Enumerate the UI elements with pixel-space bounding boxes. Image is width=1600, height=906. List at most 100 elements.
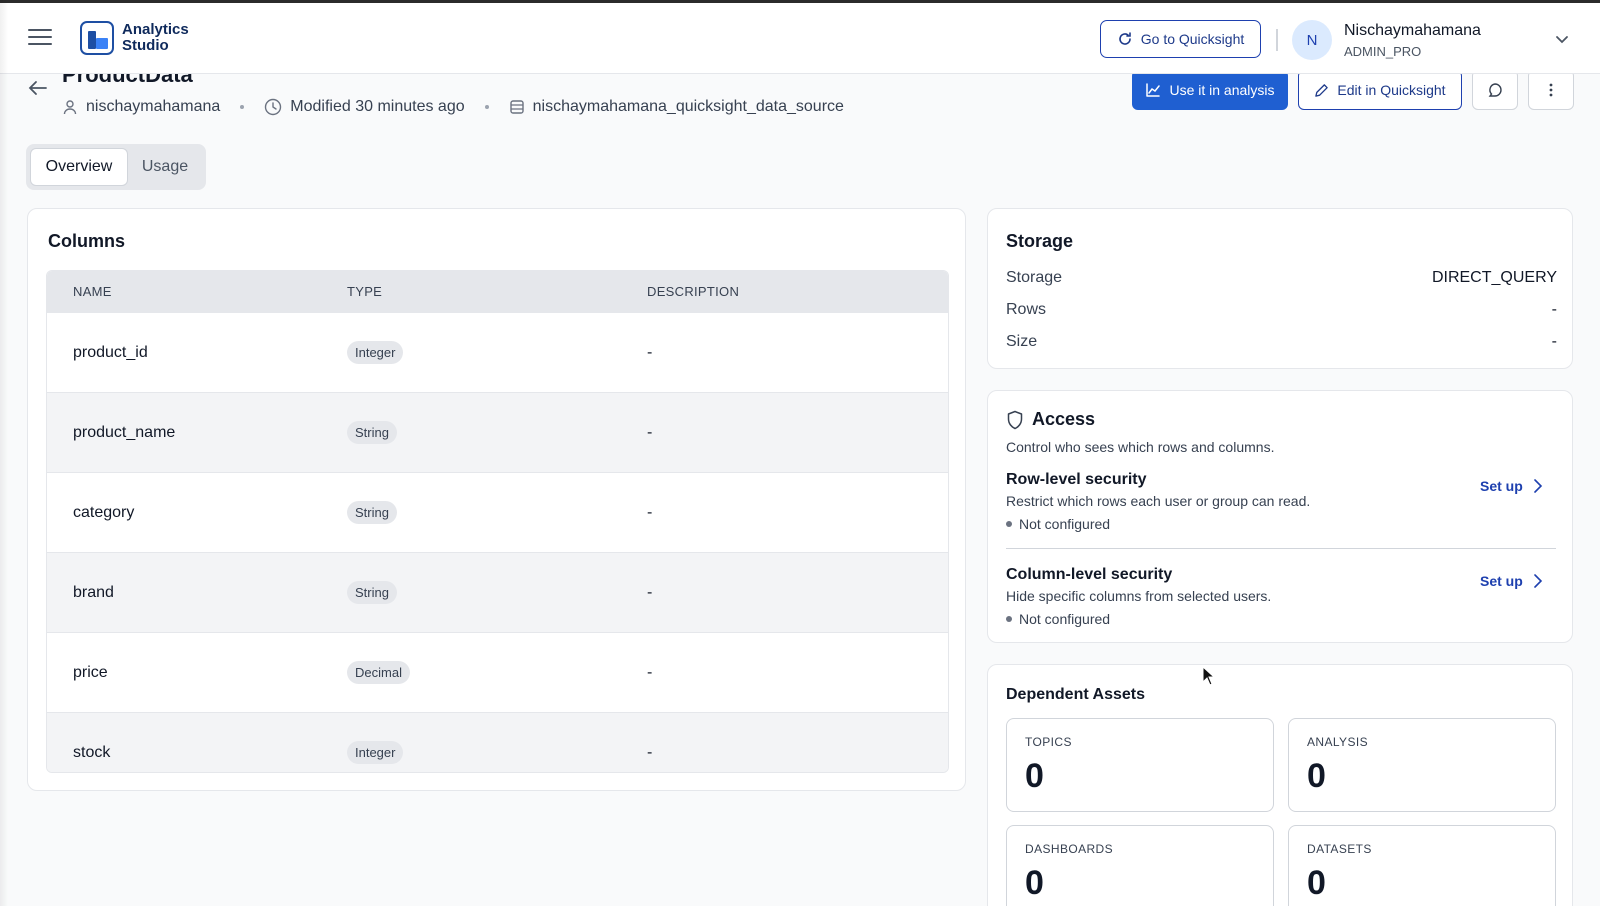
analysis-tile[interactable]: ANALYSIS 0	[1288, 718, 1556, 812]
type-pill: Integer	[347, 741, 404, 764]
edit-in-quicksight-button[interactable]: Edit in Quicksight	[1298, 74, 1462, 110]
go-to-quicksight-button[interactable]: Go to Quicksight	[1100, 20, 1261, 58]
row-level-title: Row-level security	[1006, 471, 1147, 488]
edit-in-quicksight-label: Edit in Quicksight	[1337, 82, 1446, 98]
storage-label: Storage	[1006, 269, 1063, 286]
app-name: Analytics Studio	[122, 21, 189, 54]
analysis-label: ANALYSIS	[1307, 735, 1369, 749]
left-edge-shadow	[0, 0, 8, 906]
column-name: product_id	[73, 343, 148, 361]
comment-icon	[1488, 83, 1502, 97]
clock-icon	[265, 98, 282, 116]
topics-count: 0	[1025, 757, 1044, 795]
dependent-assets-card: Dependent Assets TOPICS 0 ANALYSIS 0 DAS…	[987, 664, 1573, 906]
table-row[interactable]: price Decimal -	[47, 632, 948, 712]
row-level-description: Restrict which rows each user or group c…	[1006, 493, 1311, 509]
row-level-setup-link[interactable]: Set up	[1480, 478, 1543, 494]
table-header: NAME TYPE DESCRIPTION	[47, 271, 948, 312]
access-subtitle: Control who sees which rows and columns.	[1006, 439, 1275, 455]
status-dot	[1006, 521, 1012, 527]
database-icon	[509, 100, 524, 114]
table-row[interactable]: product_id Integer -	[47, 312, 948, 392]
column-name: price	[73, 663, 108, 681]
data-source-meta: nischaymahamana_quicksight_data_source	[509, 98, 844, 116]
use-in-analysis-button[interactable]: Use it in analysis	[1132, 74, 1288, 110]
user-name: Nischaymahamana	[1344, 22, 1481, 39]
data-source-name[interactable]: nischaymahamana_quicksight_data_source	[533, 98, 844, 116]
owner-name: nischaymahamana	[86, 98, 221, 115]
header-name[interactable]: NAME	[47, 284, 347, 299]
access-title: Access	[1032, 409, 1096, 429]
column-description: -	[647, 743, 653, 761]
column-level-setup-label: Set up	[1480, 573, 1523, 589]
mouse-cursor-icon	[1202, 666, 1216, 686]
meta-separator	[484, 105, 489, 109]
user-role: ADMIN_PRO	[1344, 44, 1422, 59]
analysis-count: 0	[1307, 757, 1326, 795]
more-vertical-icon	[1549, 83, 1553, 97]
column-description: -	[647, 343, 653, 361]
go-to-quicksight-label: Go to Quicksight	[1140, 31, 1245, 47]
type-pill: String	[347, 421, 397, 444]
table-row[interactable]: product_name String -	[47, 392, 948, 472]
table-row[interactable]: stock Integer -	[47, 712, 948, 772]
chevron-right-icon	[1533, 574, 1542, 588]
view-tabs: Overview Usage	[26, 144, 206, 190]
tab-usage[interactable]: Usage	[128, 148, 202, 186]
table-row[interactable]: brand String -	[47, 552, 948, 632]
storage-type-row: Storage DIRECT_QUERY	[1006, 269, 1557, 287]
analytics-studio-logo[interactable]	[80, 21, 114, 55]
dashboards-tile[interactable]: DASHBOARDS 0	[1006, 825, 1274, 906]
use-in-analysis-label: Use it in analysis	[1169, 82, 1275, 98]
chart-line-icon	[1146, 83, 1161, 97]
modified-meta: Modified 30 minutes ago	[264, 98, 465, 116]
datasets-label: DATASETS	[1307, 842, 1372, 856]
pencil-icon	[1315, 83, 1329, 97]
row-level-status: Not configured	[1006, 516, 1110, 532]
comment-button[interactable]	[1472, 74, 1518, 110]
type-pill: Decimal	[347, 661, 410, 684]
user-icon	[63, 100, 77, 115]
datasets-tile[interactable]: DATASETS 0	[1288, 825, 1556, 906]
owner-meta: nischaymahamana	[62, 98, 220, 116]
access-card: Access Control who sees which rows and c…	[987, 390, 1573, 643]
header-divider	[1276, 29, 1278, 51]
column-level-title: Column-level security	[1006, 566, 1173, 583]
shield-icon	[1007, 410, 1023, 429]
access-header: Access	[1006, 409, 1095, 430]
header-description[interactable]: DESCRIPTION	[647, 284, 947, 299]
access-divider	[1006, 548, 1556, 549]
modified-text: Modified 30 minutes ago	[290, 98, 465, 115]
columns-card: Columns NAME TYPE DESCRIPTION product_id…	[27, 208, 966, 791]
type-pill: String	[347, 581, 397, 604]
column-description: -	[647, 503, 653, 521]
rows-value: -	[1551, 301, 1557, 318]
rows-label: Rows	[1006, 301, 1047, 318]
column-level-setup-link[interactable]: Set up	[1480, 573, 1543, 589]
back-arrow-icon[interactable]	[26, 78, 48, 98]
storage-value: DIRECT_QUERY	[1431, 269, 1557, 286]
topics-tile[interactable]: TOPICS 0	[1006, 718, 1274, 812]
app-header: Analytics Studio Go to Quicksight N Nisc…	[0, 3, 1600, 74]
tab-overview[interactable]: Overview	[30, 148, 128, 186]
storage-title: Storage	[1006, 231, 1074, 251]
more-options-button[interactable]	[1528, 74, 1574, 110]
page-title: ProductData	[62, 74, 193, 87]
dataset-page: ProductData nischaymahamana Modified 30 …	[0, 74, 1600, 906]
dashboards-label: DASHBOARDS	[1025, 842, 1114, 856]
header-type[interactable]: TYPE	[347, 284, 647, 299]
column-name: brand	[73, 583, 114, 601]
avatar[interactable]: N	[1292, 20, 1332, 60]
external-refresh-icon	[1118, 32, 1131, 45]
column-description: -	[647, 663, 653, 681]
rows-row: Rows -	[1006, 301, 1557, 319]
column-description: -	[647, 423, 653, 441]
table-row[interactable]: category String -	[47, 472, 948, 552]
chevron-down-icon[interactable]	[1552, 29, 1572, 49]
type-pill: Integer	[347, 341, 404, 364]
menu-icon[interactable]	[28, 29, 52, 49]
row-level-status-text: Not configured	[1019, 516, 1111, 532]
storage-card: Storage Storage DIRECT_QUERY Rows - Size…	[987, 208, 1573, 369]
column-name: stock	[73, 743, 111, 761]
size-label: Size	[1006, 333, 1038, 350]
